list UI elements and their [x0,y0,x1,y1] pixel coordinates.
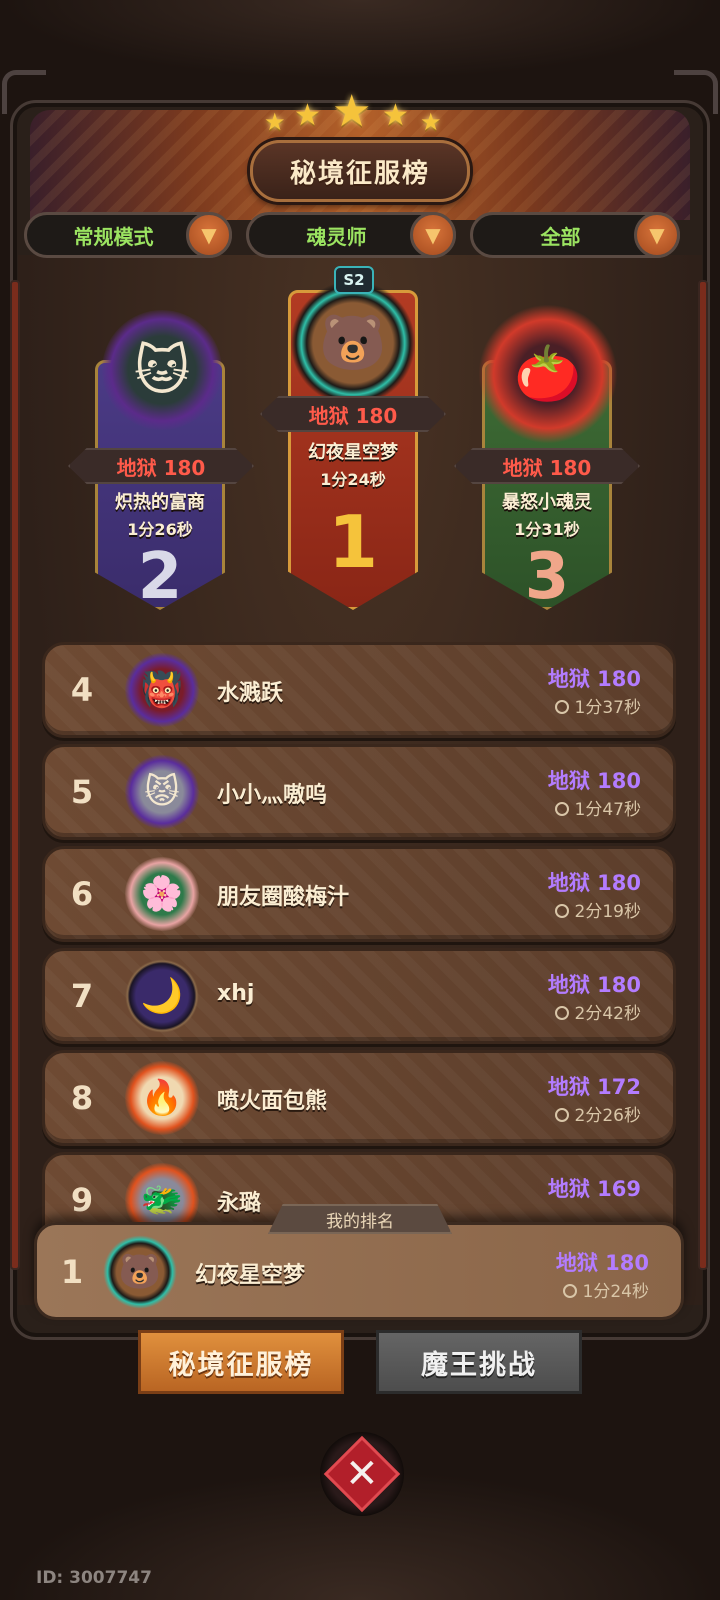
table-row[interactable]: 4 👹 水溅跃 地狱 180 1分37秒 [42,642,676,738]
row-name: 水溅跃 [217,681,284,706]
row-name: 喷火面包熊 [217,1089,328,1114]
scope-filter-dropdown[interactable]: 全部 ▼ [470,212,680,258]
star-icon: ★ [264,108,286,136]
row-rank: 4 [70,671,94,709]
my-rank-tag: 我的排名 [268,1204,452,1234]
star-icon: ★ [420,108,442,136]
row-level: 地狱 180 [547,667,641,691]
bear-avatar-icon[interactable]: 🐻 [103,1235,177,1309]
left-frame-bar [10,280,20,1270]
my-rank-time-value: 1分24秒 [582,1282,649,1302]
row-rank: 8 [70,1079,94,1117]
my-rank-row[interactable]: 1 🐻 幻夜星空梦 地狱 180 1分24秒 [34,1222,684,1320]
my-rank-number: 1 [60,1253,84,1291]
mode-filter-label: 常规模式 [73,224,154,249]
clock-icon [554,802,569,816]
podium-second-level: 地狱 180 [68,448,254,484]
clock-icon [554,1108,569,1122]
purple-beast-avatar-icon[interactable]: 😾 [125,755,199,829]
star-rating: ★ ★ ★ ★ ★ [264,86,456,138]
row-name: 朋友圈酸梅汁 [217,885,350,910]
fire-bear-avatar-icon[interactable]: 🔥 [125,1061,199,1135]
user-id: ID: 3007747 [36,1568,152,1588]
podium-second-rank: 2 [137,540,183,614]
podium-first-time: 1分24秒 [320,470,386,489]
flower-spirit-avatar-icon[interactable]: 🌸 [125,857,199,931]
row-time-value: 2分42秒 [574,1004,641,1024]
row-time-value: 2分19秒 [574,902,641,922]
my-rank-level: 地狱 180 [555,1251,649,1275]
row-time-value: 1分37秒 [574,698,641,718]
row-time-value: 1分47秒 [574,800,641,820]
row-level: 地狱 180 [547,973,641,997]
class-filter-dropdown[interactable]: 魂灵师 ▼ [246,212,456,258]
row-name: 小小灬嗷呜 [217,783,328,808]
tab-conquest-leaderboard[interactable]: 秘境征服榜 [138,1330,344,1394]
star-icon: ★ [294,98,321,133]
podium-third-level: 地狱 180 [454,448,640,484]
row-name: 永璐 [217,1191,262,1216]
close-button[interactable]: ✕ [320,1432,404,1516]
dropdown-arrow-icon[interactable]: ▼ [410,212,456,258]
class-filter-label: 魂灵师 [306,224,367,249]
row-level: 地狱 180 [547,871,641,895]
row-time: 2分42秒 [554,999,641,1024]
dropdown-arrow-icon[interactable]: ▼ [186,212,232,258]
row-rank: 5 [70,773,94,811]
season-badge: S2 [334,266,374,294]
podium-third-time: 1分31秒 [514,520,580,539]
clock-icon [554,1006,569,1020]
bear-avatar-icon[interactable]: 🐻 [290,280,416,406]
dropdown-arrow-icon[interactable]: ▼ [634,212,680,258]
page-title: 秘境征服榜 [289,158,430,189]
row-time: 1分47秒 [554,795,641,820]
star-icon: ★ [382,98,409,133]
top-background [0,0,720,80]
hooded-cat-avatar-icon[interactable]: 🐱 [102,310,222,430]
clock-icon [554,700,569,714]
corner-ornament-left [2,70,46,114]
star-icon: ★ [332,86,372,137]
tab-demon-king-challenge[interactable]: 魔王挑战 [376,1330,582,1394]
right-frame-bar [698,280,708,1270]
my-rank-name: 幻夜星空梦 [195,1263,306,1288]
clock-icon [562,1284,577,1298]
podium-first-name: 幻夜星空梦 [308,442,398,463]
podium-third-rank: 3 [524,540,570,614]
tomato-monster-avatar-icon[interactable]: 🍅 [478,304,618,444]
row-time: 1分37秒 [554,693,641,718]
podium-first-level: 地狱 180 [260,396,446,432]
mode-filter-dropdown[interactable]: 常规模式 ▼ [24,212,232,258]
podium-first-rank: 1 [327,500,379,584]
row-level: 地狱 169 [547,1177,641,1201]
row-rank: 9 [70,1181,94,1219]
row-level: 地狱 172 [547,1075,641,1099]
clock-icon [554,904,569,918]
podium-third-name: 暴怒小魂灵 [502,492,592,513]
table-row[interactable]: 7 🌙 xhj 地狱 180 2分42秒 [42,948,676,1044]
row-name: xhj [217,981,255,1006]
moon-emblem-avatar-icon[interactable]: 🌙 [125,959,199,1033]
row-level: 地狱 180 [547,769,641,793]
row-time-value: 2分26秒 [574,1106,641,1126]
podium-second-time: 1分26秒 [127,520,193,539]
row-rank: 7 [70,977,94,1015]
scope-filter-label: 全部 [540,224,581,249]
close-x-icon[interactable]: ✕ [323,1435,401,1513]
row-time: 2分26秒 [554,1101,641,1126]
purple-demon-avatar-icon[interactable]: 👹 [125,653,199,727]
table-row[interactable]: 8 🔥 喷火面包熊 地狱 172 2分26秒 [42,1050,676,1146]
table-row[interactable]: 5 😾 小小灬嗷呜 地狱 180 1分47秒 [42,744,676,840]
title-plate: 秘境征服榜 [250,140,470,202]
my-rank-time: 1分24秒 [562,1277,649,1302]
row-rank: 6 [70,875,94,913]
table-row[interactable]: 6 🌸 朋友圈酸梅汁 地狱 180 2分19秒 [42,846,676,942]
corner-ornament-right [674,70,718,114]
podium-second-name: 炽热的富商 [115,492,205,513]
row-time: 2分19秒 [554,897,641,922]
